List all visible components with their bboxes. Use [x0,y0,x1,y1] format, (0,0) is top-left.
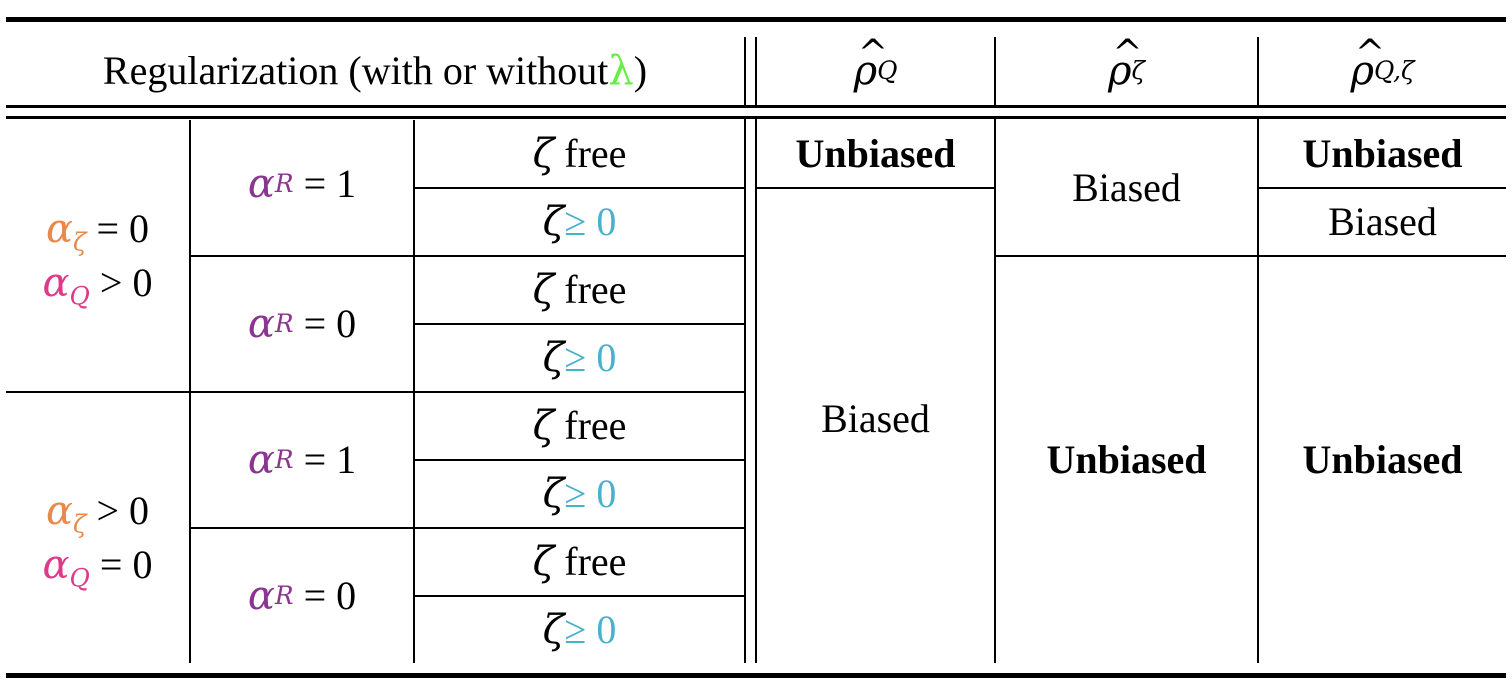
top-rule [6,17,1506,22]
constraint-cell: ζ ≥ 0 [415,597,744,663]
alphaR-symbol: α [247,160,275,207]
alpha-Q-relation: > 0 [99,259,153,305]
header-regularization-close: ) [633,48,648,93]
alphaR-relation: = 1 [293,437,357,482]
rhoQZeta-result-row2: Biased [1328,199,1437,244]
rho-hat: ρ [1108,36,1142,91]
constraint-cell: ζ free [415,120,744,187]
constraint-cell: ζ ≥ 0 [415,189,744,255]
zeta-symbol: ζ [542,199,565,245]
lambda-symbol: λ [608,48,634,94]
group-2-label: αζ > 0 αQ = 0 [6,393,189,663]
constraint-cell: ζ ≥ 0 [415,461,744,527]
alphaR-cell: αR = 0 [247,573,357,619]
zeta-symbol: ζ [542,335,565,381]
alpha-Q-relation: = 0 [99,542,153,587]
constraint-text: ≥ 0 [564,607,617,652]
alpha-zeta-sub: ζ [72,509,87,539]
constraint-cell: ζ free [415,393,744,459]
zeta-symbol: ζ [542,471,565,517]
zeta-symbol: ζ [542,607,565,653]
constraint-text: free [554,539,627,584]
constraint-text: ≥ 0 [564,335,617,380]
alpha-zeta-relation: > 0 [96,488,149,533]
alphaR-cell: αR = 1 [247,160,357,207]
header-rho-zeta: ρζ [996,36,1257,105]
alpha-zeta-condition: αζ > 0 [45,488,149,537]
alpha-zeta-symbol: α [45,205,73,252]
constraint-text: ≥ 0 [564,199,617,244]
rhoZeta-result-top: Biased [1072,164,1181,210]
alphaR-relation: = 0 [293,573,357,618]
zeta-symbol: ζ [532,539,555,585]
alpha-zeta-condition: αζ = 0 [45,205,149,254]
header-regularization: Regularization (with or without λ) [6,37,744,105]
zeta-symbol: ζ [532,403,555,449]
double-divider-a-body [744,119,746,663]
header-rule-1 [6,105,1506,108]
constraint-text: free [554,130,627,176]
constraint-text: free [554,267,627,312]
rhoQZeta-result-rest: Unbiased [1302,437,1463,482]
alphaR-cell: αR = 1 [247,437,357,483]
constraint-text: free [554,403,627,448]
constraint-cell: ζ ≥ 0 [415,325,744,391]
alphaR-relation: = 1 [293,160,357,206]
alpha-Q-condition: αQ = 0 [42,542,153,591]
rho-hat: ρ [854,36,888,91]
alphaR-symbol: α [247,301,275,347]
header-rho-Q: ρQ [757,36,994,105]
rhoQZeta-result-row1: Unbiased [1302,130,1463,176]
rhoZeta-result-rest: Unbiased [1046,437,1207,482]
alpha-zeta-symbol: α [45,488,73,534]
alpha-zeta-sub: ζ [72,227,87,257]
header-rho-Q-zeta: ρQ,ζ [1259,36,1506,105]
alpha-Q-sub: Q [69,281,90,311]
alphaR-symbol: α [247,573,275,619]
alpha-Q-symbol: α [42,259,70,306]
rhoQ-result-row1: Unbiased [795,130,956,176]
zeta-symbol: ζ [532,130,555,177]
header-regularization-text: Regularization (with or without [102,48,609,93]
group-1-label: αζ = 0 αQ > 0 [6,120,189,391]
bottom-rule [6,673,1506,678]
zeta-symbol: ζ [532,267,555,313]
alpha-Q-condition: αQ > 0 [42,259,153,308]
alphaR-relation: = 0 [293,301,357,346]
constraint-cell: ζ free [415,529,744,595]
constraint-cell: ζ free [415,257,744,323]
alpha-Q-sub: Q [69,563,90,593]
alpha-zeta-relation: = 0 [96,205,149,251]
constraint-text: ≥ 0 [564,471,617,516]
double-divider-a [744,37,746,105]
rho-hat: ρ [1351,36,1385,91]
alphaR-cell: αR = 0 [247,301,357,347]
alphaR-symbol: α [247,437,275,483]
rhoQ-result-rest: Biased [821,396,930,441]
alpha-Q-symbol: α [42,542,70,588]
